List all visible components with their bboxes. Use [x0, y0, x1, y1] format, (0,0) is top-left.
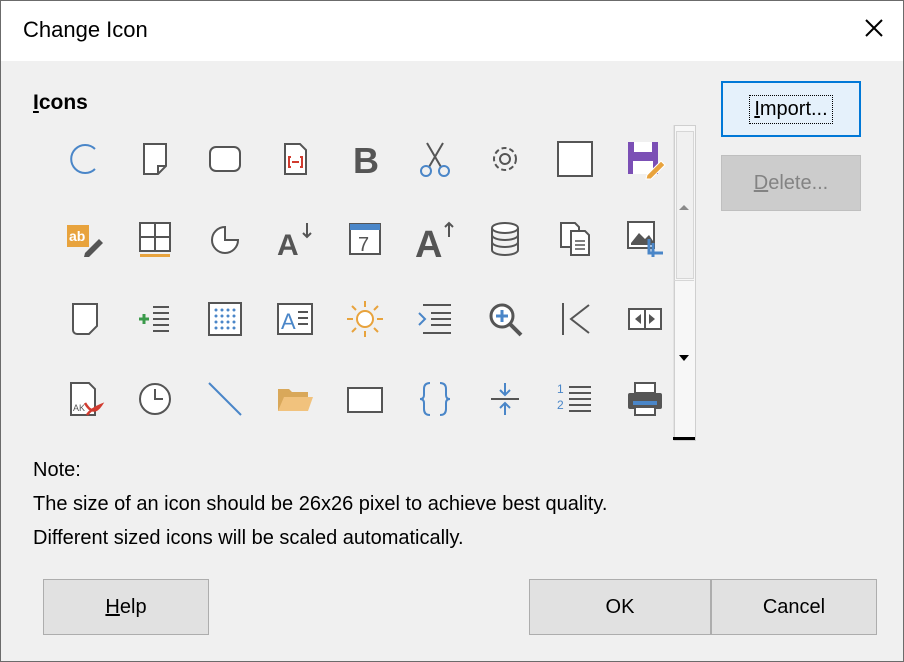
cut-icon[interactable]	[405, 129, 465, 189]
line-icon[interactable]	[195, 369, 255, 429]
svg-text:AK: AK	[73, 403, 85, 413]
note-line-2: Different sized icons will be scaled aut…	[33, 527, 464, 549]
calendar-date-icon[interactable]: 7	[335, 209, 395, 269]
edit-text-icon[interactable]: ab	[55, 209, 115, 269]
icon-view-scrollbar[interactable]	[673, 125, 696, 441]
note-text: Note: The size of an icon should be 26x2…	[33, 453, 607, 555]
table-icon[interactable]	[125, 209, 185, 269]
svg-text:2: 2	[557, 398, 564, 412]
svg-text:A: A	[415, 224, 442, 266]
clock-icon[interactable]	[125, 369, 185, 429]
cancel-button[interactable]: Cancel	[711, 579, 877, 635]
print-icon[interactable]	[615, 369, 675, 429]
field-doc-icon[interactable]	[265, 129, 325, 189]
scrollbar-bottom-edge	[673, 437, 695, 440]
pie-icon[interactable]	[195, 209, 255, 269]
bold-icon[interactable]: B	[335, 129, 395, 189]
delete-label: elete...	[768, 171, 829, 194]
close-icon[interactable]	[859, 13, 889, 43]
cancel-label: Cancel	[762, 595, 826, 618]
import-button[interactable]: Import...	[721, 81, 861, 137]
svg-text:A: A	[281, 309, 296, 334]
rounded-rect-icon[interactable]	[195, 129, 255, 189]
help-accel: H	[105, 595, 120, 618]
ok-button[interactable]: OK	[529, 579, 711, 635]
open-folder-icon[interactable]	[265, 369, 325, 429]
svg-text:1: 1	[557, 382, 564, 396]
icons-label-rest: cons	[38, 91, 88, 114]
database-icon[interactable]	[475, 209, 535, 269]
icons-label: Icons	[33, 91, 88, 115]
icon-view[interactable]: B ab A 7 A A AK 1 2	[55, 119, 675, 445]
import-label: mport...	[759, 97, 828, 120]
help-label: elp	[119, 595, 147, 618]
svg-text:ab: ab	[69, 228, 85, 244]
save-as-icon[interactable]	[615, 129, 675, 189]
settings-gear-icon[interactable]	[475, 129, 535, 189]
decrease-spacing-icon[interactable]	[475, 369, 535, 429]
copy-icon[interactable]	[545, 209, 605, 269]
frame-icon[interactable]	[335, 369, 395, 429]
increase-indent-icon[interactable]	[405, 289, 465, 349]
page-icon[interactable]	[125, 129, 185, 189]
export-pdf-icon[interactable]: AK	[55, 369, 115, 429]
first-record-icon[interactable]	[545, 289, 605, 349]
arc-icon[interactable]	[55, 129, 115, 189]
svg-text:B: B	[353, 140, 379, 181]
change-icon-dialog: Change Icon Icons B ab A 7 A A AK 1 2 Im…	[0, 0, 904, 662]
callout-icon[interactable]	[55, 289, 115, 349]
split-view-icon[interactable]	[615, 289, 675, 349]
ok-label: OK	[605, 595, 635, 618]
svg-text:A: A	[277, 229, 299, 262]
svg-text:7: 7	[358, 234, 369, 256]
text-frame-icon[interactable]: A	[265, 289, 325, 349]
rectangle-icon[interactable]	[545, 129, 605, 189]
braces-icon[interactable]	[405, 369, 465, 429]
font-size-increase-icon[interactable]: A	[405, 209, 465, 269]
sun-icon[interactable]	[335, 289, 395, 349]
insert-rows-icon[interactable]	[125, 289, 185, 349]
numbered-list-icon[interactable]: 12	[545, 369, 605, 429]
scrollbar-separator	[674, 280, 694, 281]
scroll-down-arrow-icon[interactable]	[679, 355, 689, 361]
dialog-title: Change Icon	[23, 17, 148, 42]
delete-button: Delete...	[721, 155, 861, 211]
note-heading: Note:	[33, 459, 81, 481]
help-button[interactable]: Help	[43, 579, 209, 635]
grid-points-icon[interactable]	[195, 289, 255, 349]
note-line-1: The size of an icon should be 26x26 pixe…	[33, 493, 608, 515]
crop-image-icon[interactable]	[615, 209, 675, 269]
font-size-decrease-icon[interactable]: A	[265, 209, 325, 269]
scroll-up-arrow-icon[interactable]	[679, 205, 689, 210]
title-bar: Change Icon	[1, 1, 903, 61]
delete-accel: D	[753, 171, 769, 194]
zoom-in-icon[interactable]	[475, 289, 535, 349]
